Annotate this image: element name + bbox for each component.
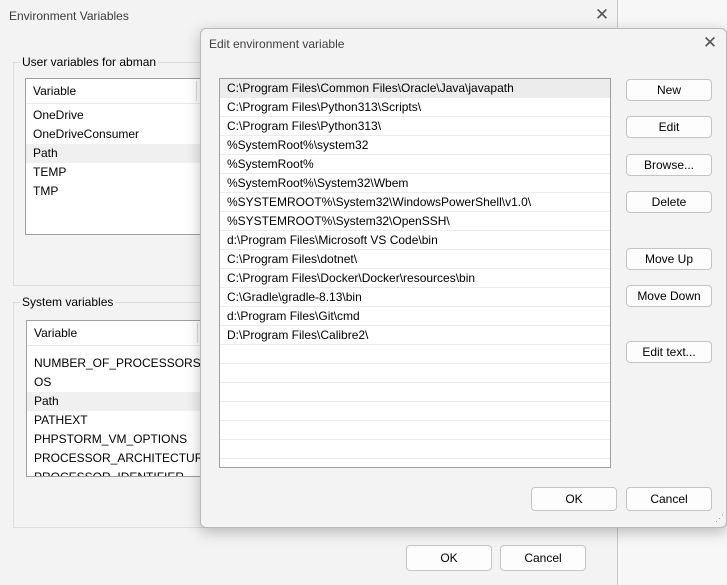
close-icon[interactable]: ✕: [592, 5, 612, 25]
path-entry-row[interactable]: [220, 459, 610, 467]
user-variable-row[interactable]: TMP: [26, 182, 204, 201]
user-variable-row[interactable]: Path: [26, 144, 204, 163]
system-variable-row[interactable]: OS: [27, 373, 203, 392]
path-entries-list[interactable]: C:\Program Files\Common Files\Oracle\Jav…: [219, 78, 611, 468]
path-entry-row[interactable]: [220, 345, 610, 364]
system-variable-row[interactable]: PROCESSOR_IDENTIFIER: [27, 468, 203, 476]
ok-button[interactable]: OK: [406, 545, 492, 571]
path-entry-row[interactable]: [220, 383, 610, 402]
path-entry-row[interactable]: %SYSTEMROOT%\System32\OpenSSH\: [220, 212, 610, 231]
path-entry-row[interactable]: C:\Program Files\Python313\: [220, 117, 610, 136]
close-icon[interactable]: ✕: [700, 33, 720, 53]
path-entry-row[interactable]: %SystemRoot%\System32\Wbem: [220, 174, 610, 193]
column-header-variable[interactable]: Variable: [26, 79, 204, 104]
path-entry-row[interactable]: D:\Program Files\Calibre2\: [220, 326, 610, 345]
browse-button[interactable]: Browse...: [626, 154, 712, 176]
edit-button[interactable]: Edit: [626, 116, 712, 138]
column-separator[interactable]: [197, 323, 198, 343]
path-entry-row[interactable]: [220, 421, 610, 440]
path-entry-row[interactable]: C:\Program Files\dotnet\: [220, 250, 610, 269]
path-entry-row[interactable]: %SYSTEMROOT%\System32\WindowsPowerShell\…: [220, 193, 610, 212]
user-variable-row[interactable]: OneDriveConsumer: [26, 125, 204, 144]
path-entry-row[interactable]: %SystemRoot%: [220, 155, 610, 174]
column-header-label: Variable: [33, 84, 77, 98]
user-variable-row[interactable]: TEMP: [26, 163, 204, 182]
move-down-button[interactable]: Move Down: [626, 285, 712, 307]
path-entry-row[interactable]: C:\Program Files\Docker\Docker\resources…: [220, 269, 610, 288]
move-up-button[interactable]: Move Up: [626, 248, 712, 270]
cancel-button[interactable]: Cancel: [500, 545, 586, 571]
edit-text-button[interactable]: Edit text...: [626, 341, 712, 363]
column-header-variable[interactable]: Variable: [27, 321, 203, 346]
system-variable-row[interactable]: PATHEXT: [27, 411, 203, 430]
path-entry-row[interactable]: [220, 440, 610, 459]
column-header-label: Variable: [34, 326, 78, 340]
path-entry-row[interactable]: C:\Gradle\gradle-8.13\bin: [220, 288, 610, 307]
system-variable-row[interactable]: Path: [27, 392, 203, 411]
user-variables-label: User variables for abman: [20, 55, 159, 69]
system-variable-row[interactable]: PHPSTORM_VM_OPTIONS: [27, 430, 203, 449]
dialog-title: Edit environment variable: [209, 37, 345, 51]
window-title: Environment Variables: [9, 9, 129, 23]
system-variable-rows: NUMBER_OF_PROCESSORS OS Path PATHEXT PHPSTOR…: [27, 354, 203, 476]
system-variables-list[interactable]: Variable NUMBER_OF_PROCESSORS OS Path PATHE…: [26, 320, 204, 477]
column-separator[interactable]: [196, 81, 197, 101]
system-variable-row[interactable]: NUMBER_OF_PROCESSORS: [27, 354, 203, 373]
system-variables-label: System variables: [20, 295, 116, 309]
path-entry-row[interactable]: C:\Program Files\Python313\Scripts\: [220, 98, 610, 117]
ok-button[interactable]: OK: [531, 487, 617, 511]
path-entry-row[interactable]: [220, 402, 610, 421]
user-variables-list[interactable]: Variable OneDrive OneDriveConsumer Path TEM…: [25, 78, 205, 235]
system-variable-row[interactable]: PROCESSOR_ARCHITECTURE: [27, 449, 203, 468]
resize-grip-icon[interactable]: ⋰: [709, 513, 724, 525]
new-button[interactable]: New: [626, 79, 712, 101]
path-entry-row[interactable]: C:\Program Files\Common Files\Oracle\Jav…: [220, 79, 610, 98]
path-entry-row[interactable]: d:\Program Files\Git\cmd: [220, 307, 610, 326]
user-variable-row[interactable]: OneDrive: [26, 106, 204, 125]
cancel-button[interactable]: Cancel: [626, 487, 712, 511]
user-variable-rows: OneDrive OneDriveConsumer Path TEMP TMP: [26, 106, 204, 201]
edit-environment-variable-dialog: Edit environment variable ✕ C:\Program F…: [200, 28, 727, 528]
delete-button[interactable]: Delete: [626, 191, 712, 213]
path-entry-row[interactable]: %SystemRoot%\system32: [220, 136, 610, 155]
path-entry-row[interactable]: d:\Program Files\Microsoft VS Code\bin: [220, 231, 610, 250]
path-entry-row[interactable]: [220, 364, 610, 383]
